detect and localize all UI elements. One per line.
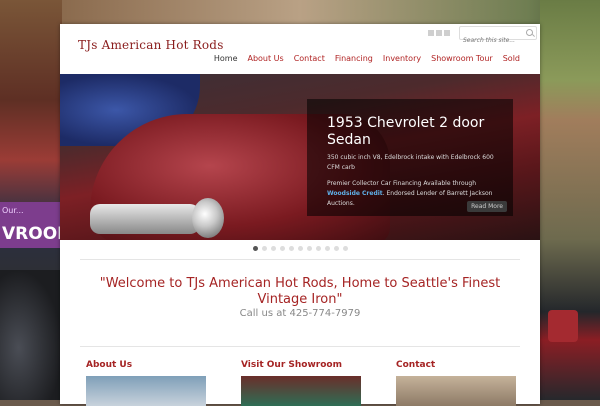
nav-about-us[interactable]: About Us <box>247 54 283 63</box>
read-more-button[interactable]: Read More <box>467 201 507 212</box>
welcome-headline: "Welcome to TJs American Hot Rods, Home … <box>99 276 501 307</box>
slider-dot[interactable] <box>298 246 303 251</box>
featured-slider[interactable]: 1953 Chevrolet 2 door Sedan 350 cubic in… <box>60 74 540 240</box>
call-line: Call us at 425-774-7979 <box>239 308 361 319</box>
slider-dot[interactable] <box>325 246 330 251</box>
background-car <box>0 270 62 400</box>
about-us-thumbnail[interactable] <box>86 376 206 406</box>
slider-dot[interactable] <box>253 246 258 251</box>
column-title-showroom[interactable]: Visit Our Showroom <box>241 360 361 370</box>
about-us-column: About Us <box>86 360 206 406</box>
slide-car-headlight <box>192 198 224 238</box>
slider-dot[interactable] <box>334 246 339 251</box>
column-title-about-us[interactable]: About Us <box>86 360 206 370</box>
slider-dot[interactable] <box>307 246 312 251</box>
slider-dot[interactable] <box>343 246 348 251</box>
showroom-column: Visit Our Showroom <box>241 360 361 406</box>
background-red-car <box>548 310 578 342</box>
slide-car-grille <box>90 204 200 234</box>
main-nav: Home About Us Contact Financing Inventor… <box>214 54 520 63</box>
background-left-photo: Our... VROOM <box>0 0 74 400</box>
showroom-sign: Our... VROOM <box>0 202 74 248</box>
slider-dot[interactable] <box>289 246 294 251</box>
divider <box>80 346 520 347</box>
search-box <box>459 26 537 47</box>
nav-contact[interactable]: Contact <box>294 54 325 63</box>
nav-sold[interactable]: Sold <box>503 54 520 63</box>
nav-showroom-tour[interactable]: Showroom Tour <box>431 54 493 63</box>
nav-inventory[interactable]: Inventory <box>383 54 421 63</box>
sign-small-text: Our... <box>2 206 24 215</box>
contact-column: Contact <box>396 360 516 406</box>
column-title-contact[interactable]: Contact <box>396 360 516 370</box>
slide-spec: 350 cubic inch V8, Edelbrock intake with… <box>327 154 494 171</box>
slide-caption: 1953 Chevrolet 2 door Sedan 350 cubic in… <box>307 99 513 216</box>
financing-prefix: Premier Collector Car Financing Availabl… <box>327 180 477 187</box>
rss-icon[interactable] <box>428 30 434 36</box>
search-icon[interactable] <box>526 29 533 36</box>
slider-dot[interactable] <box>316 246 321 251</box>
divider <box>80 259 520 260</box>
nav-financing[interactable]: Financing <box>335 54 373 63</box>
site-logo[interactable]: TJs American Hot Rods <box>78 38 224 52</box>
search-input[interactable] <box>460 34 527 47</box>
facebook-icon[interactable] <box>444 30 450 36</box>
twitter-icon[interactable] <box>436 30 442 36</box>
slider-dot[interactable] <box>280 246 285 251</box>
slider-dot[interactable] <box>262 246 267 251</box>
page-container: TJs American Hot Rods Home About Us Cont… <box>60 24 540 406</box>
nav-home[interactable]: Home <box>214 54 238 63</box>
showroom-thumbnail[interactable] <box>241 376 361 406</box>
financing-link[interactable]: Woodside Credit <box>327 190 383 197</box>
slider-dot[interactable] <box>271 246 276 251</box>
contact-thumbnail[interactable] <box>396 376 516 406</box>
slide-title: 1953 Chevrolet 2 door Sedan <box>327 115 485 148</box>
background-right-photo <box>540 0 600 400</box>
social-icons <box>428 30 450 36</box>
slider-pager <box>253 246 348 251</box>
